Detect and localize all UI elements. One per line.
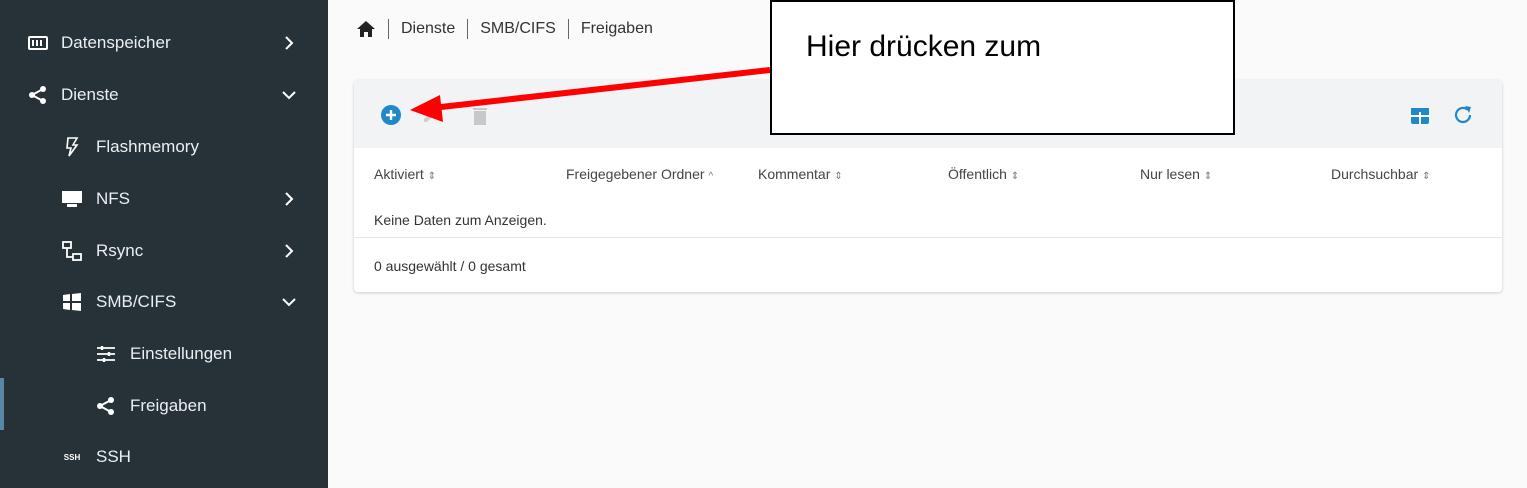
sidebar-item-einstellungen[interactable]: Einstellungen [0,328,328,380]
windows-icon [60,290,84,314]
column-header-kommentar[interactable]: Kommentar ⇕ [758,166,843,182]
sidebar-item-label: Rsync [96,241,144,260]
sidebar-item-rsync[interactable]: Rsync [0,225,328,277]
sort-icon: ⇕ [834,171,843,182]
sidebar-item-label: SSH [96,447,131,466]
column-label: Durchsuchbar [1331,166,1419,182]
sidebar-item-label: Freigaben [130,396,207,415]
edit-icon [421,107,439,125]
rsync-icon [60,239,84,263]
sidebar-item-label: Einstellungen [130,344,233,363]
breadcrumb-item-freigaben: Freigaben [580,20,653,37]
annotation-text: Hier drücken zum [806,30,1042,63]
column-label: Kommentar [758,166,831,182]
sort-icon: ⇕ [1010,171,1020,182]
table-columns-icon [1410,107,1430,125]
edit-button[interactable] [418,104,442,128]
sidebar: Datenspeicher Dienste Flashmemory NFS Rs… [0,0,328,488]
delete-icon [472,106,488,126]
sidebar-item-datenspeicher[interactable]: Datenspeicher [0,17,328,69]
storage-icon [26,31,50,55]
breadcrumb: Dienste SMB/CIFS Freigaben [356,16,653,42]
column-header-freigegebener-ordner[interactable]: Freigegebener Ordner ^ [566,166,713,182]
empty-message: Keine Daten zum Anzeigen. [374,212,547,228]
breadcrumb-item-dienste[interactable]: Dienste [401,20,455,38]
chevron-right-icon [280,242,298,260]
chevron-right-icon [280,190,298,208]
sidebar-item-ssh[interactable]: SSH SSH [0,431,328,483]
column-header-durchsuchbar[interactable]: Durchsuchbar ⇕ [1331,166,1431,182]
breadcrumb-separator [567,19,569,39]
sort-ascending-icon: ^ [708,171,714,182]
home-icon[interactable] [356,20,376,38]
selection-summary: 0 ausgewählt / 0 gesamt [374,258,526,274]
divider [354,237,1502,238]
sidebar-item-label: SMB/CIFS [96,292,177,311]
share-icon [26,83,50,107]
breadcrumb-separator [388,19,389,39]
column-label: Freigegebener Ordner [566,166,705,182]
table-header: Aktiviert ⇕ Freigegebener Ordner ^ Komment… [354,148,1502,202]
breadcrumb-separator [467,19,469,39]
sort-icon: ⇕ [1422,171,1431,182]
sidebar-item-label: Dienste [61,85,119,104]
sidebar-item-label: NFS [96,189,130,208]
share-icon [94,394,118,418]
column-label: Öffentlich [948,166,1007,182]
sort-icon: ⇕ [1203,171,1213,182]
column-header-aktiviert[interactable]: Aktiviert ⇕ [374,166,436,182]
breadcrumb-item-smb-cifs[interactable]: SMB/CIFS [480,20,556,38]
columns-button[interactable] [1408,104,1432,128]
column-label: Aktiviert [374,166,424,182]
add-button[interactable] [379,103,403,127]
ssh-icon: SSH [63,452,81,462]
chevron-right-icon [280,34,298,52]
delete-button[interactable] [468,104,492,128]
refresh-icon [1452,104,1474,126]
sidebar-item-label: Datenspeicher [61,33,171,52]
flash-icon [60,135,84,159]
column-header-oeffentlich[interactable]: Öffentlich ⇕ [948,166,1019,182]
chevron-down-icon [280,293,298,311]
add-circle-icon [380,104,402,126]
sidebar-item-dienste[interactable]: Dienste [0,69,328,121]
tune-icon [94,342,118,366]
sort-icon: ⇕ [427,171,437,182]
sidebar-item-label: Flashmemory [96,137,199,156]
chevron-down-icon [280,86,298,104]
nfs-icon [60,187,84,211]
sidebar-item-nfs[interactable]: NFS [0,173,328,225]
annotation-callout: Hier drücken zum [770,0,1235,135]
sidebar-item-flashmemory[interactable]: Flashmemory [0,121,328,173]
sidebar-item-freigaben[interactable]: Freigaben [0,380,328,432]
column-header-nur-lesen[interactable]: Nur lesen ⇕ [1140,166,1212,182]
column-label: Nur lesen [1140,166,1200,182]
sidebar-item-smb-cifs[interactable]: SMB/CIFS [0,276,328,328]
refresh-button[interactable] [1451,103,1475,127]
